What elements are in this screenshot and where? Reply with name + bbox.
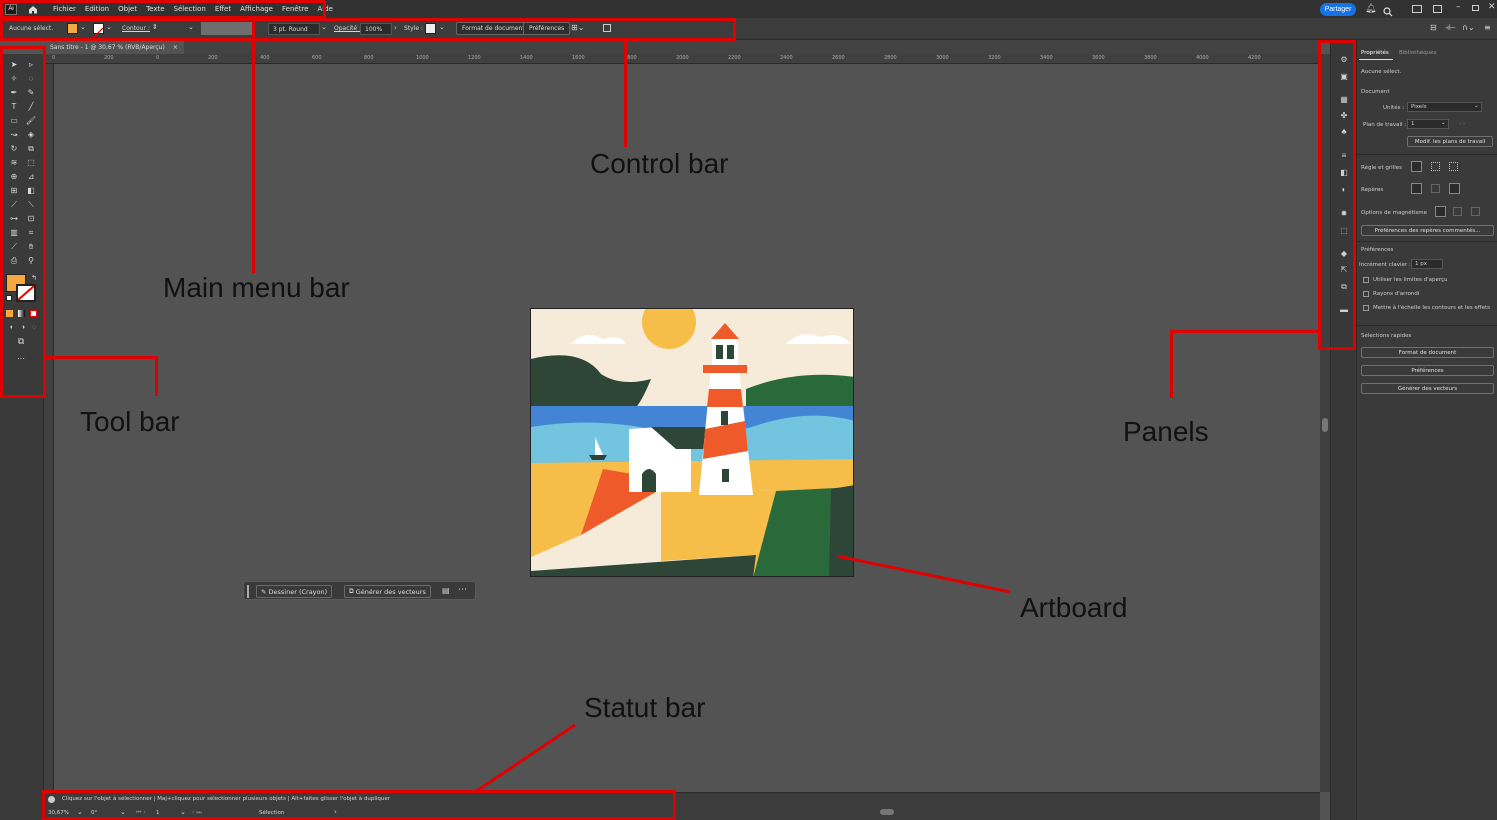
tool-bar-callout: Tool bar <box>80 406 180 437</box>
status-bar-pointer-line <box>474 723 576 794</box>
main-menu-bar-callout: Main menu bar <box>163 272 350 303</box>
artboard-pointer-line <box>836 554 1011 594</box>
artboard-callout: Artboard <box>1020 592 1128 623</box>
control-bar-callout: Control bar <box>590 148 729 179</box>
status-bar-callout: Statut bar <box>584 692 706 723</box>
panels-callout: Panels <box>1123 416 1209 447</box>
pointer-lines-overlay <box>474 554 1011 794</box>
illustrator-window: Ai Fichier Edition Objet Texte Sélection… <box>0 0 1497 820</box>
